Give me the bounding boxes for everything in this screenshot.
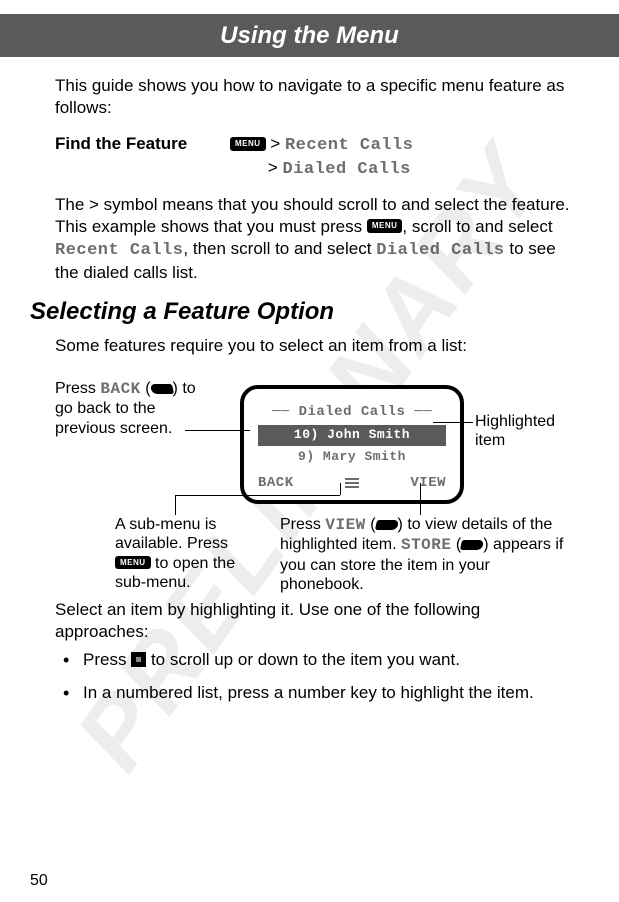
dialed-calls-text: Dialed Calls: [376, 241, 504, 260]
menu-icon: MENU: [367, 219, 403, 233]
page-number: 50: [30, 871, 48, 892]
find-feature-block: Find the Feature MENU > Recent Calls > D…: [55, 133, 574, 181]
find-feature-label: Find the Feature: [55, 133, 230, 155]
menu-icon: MENU: [115, 556, 151, 570]
diagram: ── Dialed Calls ── 10) John Smith 9) Mar…: [55, 365, 574, 585]
softkey-right-icon: [460, 540, 484, 550]
list-item-highlighted[interactable]: 10) John Smith: [258, 425, 446, 446]
softkey-back[interactable]: BACK: [258, 474, 294, 492]
path-sep-1: >: [270, 134, 280, 153]
find-feature-path: MENU > Recent Calls > Dialed Calls: [230, 133, 413, 181]
recent-calls-text: Recent Calls: [55, 241, 183, 260]
softkey-left-icon: [149, 384, 173, 394]
leader-line: [185, 430, 250, 431]
screen-title: ── Dialed Calls ──: [252, 403, 452, 421]
path-sep-2: >: [268, 158, 278, 177]
nav-key-icon: [131, 652, 146, 667]
explanation-paragraph: The > symbol means that you should scrol…: [55, 194, 574, 284]
leader-line: [175, 495, 340, 496]
section-heading: Selecting a Feature Option: [30, 296, 574, 327]
after-diagram-paragraph: Select an item by highlighting it. Use o…: [55, 599, 574, 643]
softkey-right-icon: [374, 520, 398, 530]
softkey-bar: BACK VIEW: [252, 474, 452, 492]
callout-submenu: A sub-menu is available. Press MENU to o…: [115, 515, 240, 592]
page-header: Using the Menu: [0, 14, 619, 57]
leader-line: [420, 483, 421, 515]
menu-icon: MENU: [230, 137, 266, 151]
list-item: Press to scroll up or down to the item y…: [83, 649, 574, 671]
list-item: In a numbered list, press a number key t…: [83, 682, 574, 704]
path-item-2: Dialed Calls: [282, 160, 410, 179]
content-area: This guide shows you how to navigate to …: [0, 57, 619, 703]
leader-line: [433, 422, 473, 423]
intro-paragraph: This guide shows you how to navigate to …: [55, 75, 574, 119]
section-intro: Some features require you to select an i…: [55, 335, 574, 357]
path-item-1: Recent Calls: [285, 136, 413, 155]
phone-screen: ── Dialed Calls ── 10) John Smith 9) Mar…: [240, 385, 464, 504]
callout-back: Press BACK () to go back to the previous…: [55, 379, 205, 438]
leader-line: [340, 483, 341, 495]
menu-bars-icon[interactable]: [345, 478, 359, 488]
callout-view-store: Press VIEW () to view details of the hig…: [280, 515, 570, 594]
softkey-view[interactable]: VIEW: [410, 474, 446, 492]
leader-line: [175, 495, 176, 515]
list-item[interactable]: 9) Mary Smith: [258, 447, 446, 468]
callout-highlighted: Highlighted item: [475, 412, 575, 450]
bullet-list: Press to scroll up or down to the item y…: [55, 649, 574, 703]
